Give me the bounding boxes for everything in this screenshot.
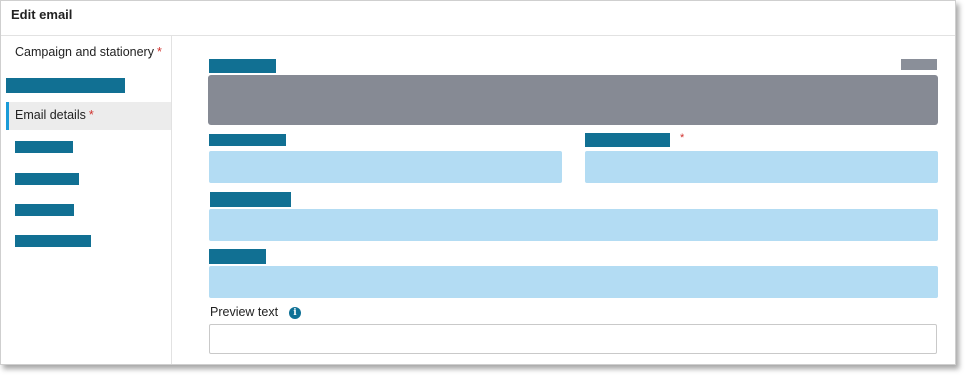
redacted-input-field[interactable]: [585, 151, 938, 183]
redacted-input-field[interactable]: [209, 209, 938, 241]
sidebar-item-label: Campaign and stationery *: [15, 45, 162, 59]
redacted-field-label: [209, 59, 276, 73]
window-header: Edit email: [1, 1, 955, 36]
redacted-field-label: [585, 133, 670, 147]
redacted-sidebar-item[interactable]: [15, 235, 91, 247]
required-marker: *: [156, 45, 162, 59]
redacted-sidebar-item[interactable]: [15, 204, 74, 216]
redacted-input-field[interactable]: [209, 151, 562, 183]
page-title: Edit email: [11, 7, 73, 22]
redacted-sidebar-item[interactable]: [6, 78, 125, 93]
sidebar: Campaign and stationery * Email details *: [1, 35, 172, 364]
redacted-input-field[interactable]: [209, 266, 938, 298]
redacted-field-action[interactable]: [901, 59, 937, 70]
sidebar-item-campaign-and-stationery[interactable]: Campaign and stationery *: [1, 45, 171, 65]
required-marker: *: [680, 132, 685, 144]
edit-email-window: Edit email Campaign and stationery * Emai…: [0, 0, 956, 365]
redacted-field-label: [210, 192, 291, 207]
sidebar-item-email-details[interactable]: Email details *: [6, 102, 171, 130]
preview-text-input[interactable]: [209, 324, 937, 354]
redacted-sidebar-item[interactable]: [15, 173, 79, 185]
info-icon[interactable]: i: [289, 307, 301, 319]
sidebar-item-label: Email details *: [15, 108, 94, 122]
redacted-sidebar-item[interactable]: [15, 141, 73, 153]
required-marker: *: [88, 108, 94, 122]
redacted-field-label: [209, 134, 286, 146]
email-details-form: * Preview text i: [172, 35, 955, 364]
redacted-field-label: [209, 249, 266, 264]
redacted-field-value[interactable]: [208, 75, 938, 125]
preview-text-label: Preview text: [210, 305, 279, 319]
